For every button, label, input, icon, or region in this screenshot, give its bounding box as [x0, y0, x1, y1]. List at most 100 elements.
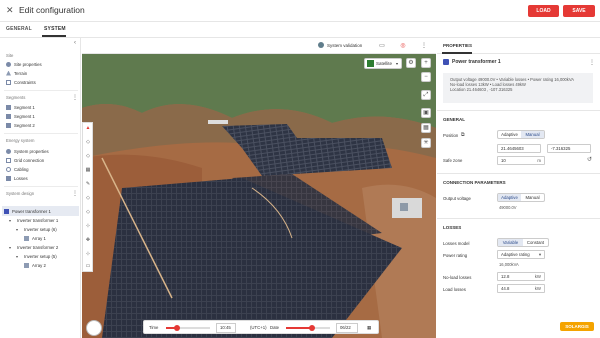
sidebar-item-inverter-transformer-2[interactable]: ▾ Inverter transformer 2 [9, 243, 58, 251]
divider [4, 186, 78, 187]
sidebar-item-inverter-setup-6[interactable]: ▾ Inverter setup (6) [16, 225, 57, 233]
reset-icon[interactable]: ↺ [587, 156, 592, 163]
sidebar-item-segment-1[interactable]: Segment 1 [6, 103, 35, 111]
grid-tool-icon[interactable]: ▦ [85, 167, 91, 173]
pencil-icon[interactable]: ✎ [85, 181, 91, 187]
date-slider-handle[interactable] [309, 325, 316, 331]
compass-icon[interactable] [86, 320, 102, 336]
tab-properties[interactable]: PROPERTIES [443, 43, 472, 48]
measure-icon[interactable]: ◇ [85, 195, 91, 201]
move-tool-icon[interactable]: ✥ [85, 237, 91, 243]
sidebar-item-segment-1b[interactable]: Segment 1 [6, 112, 35, 120]
losses-variable[interactable]: Variable [498, 239, 523, 246]
brand-logo: SOLARGIS [560, 322, 594, 331]
settings-icon[interactable]: ⚙ [406, 58, 416, 68]
divider [4, 90, 78, 91]
voltage-manual[interactable]: Manual [521, 194, 544, 201]
array-icon [24, 262, 29, 268]
link-tool-icon[interactable]: ⊹ [85, 251, 91, 257]
sidebar-item-segment-2[interactable]: Segment 2 [6, 121, 35, 129]
losses-constant[interactable]: Constant [523, 239, 548, 246]
segment-icon [6, 113, 11, 119]
satellite-layer-icon [367, 60, 374, 67]
zoom-in-icon[interactable]: + [421, 58, 431, 68]
sidebar-item-array-2[interactable]: Array 2 [24, 261, 46, 269]
system-validation[interactable]: System validation [318, 42, 362, 48]
longitude-input[interactable]: -7.316325 [547, 144, 591, 153]
more-icon[interactable]: ⋮ [72, 191, 78, 197]
output-voltage-label: Output voltage [443, 196, 471, 201]
power-rating-value: 16,000kVA [499, 262, 519, 267]
tab-system[interactable]: SYSTEM [44, 26, 66, 32]
tab-active-indicator [42, 35, 66, 37]
voltage-adaptive[interactable]: Adaptive [498, 194, 521, 201]
video-icon[interactable]: ▭ [378, 42, 386, 50]
site-icon [6, 61, 11, 67]
tab-general[interactable]: GENERAL [6, 26, 32, 32]
sidebar-item-array-1[interactable]: Array 1 [24, 234, 46, 242]
position-mode-toggle: Adaptive Manual [497, 130, 545, 139]
fullscreen-icon[interactable]: ⤢ [421, 90, 431, 100]
shape-tool-icon[interactable]: ◇ [85, 209, 91, 215]
warning-icon[interactable]: ◎ [399, 42, 407, 50]
date-label: Date [270, 325, 280, 330]
transformer-icon [4, 208, 9, 214]
collapse-sidebar-icon[interactable]: ‹ [74, 40, 76, 46]
copy-icon[interactable]: ⧉ [461, 132, 465, 138]
no-load-losses-input[interactable]: 12.8 kW [497, 272, 545, 281]
select-tool-icon[interactable]: ▲ [85, 125, 91, 131]
page-title: Edit configuration [19, 5, 85, 15]
grid-view-icon[interactable]: ▦ [421, 123, 431, 133]
more-icon[interactable]: ⋮ [589, 59, 595, 66]
sidebar-item-inverter-setup-5[interactable]: ▾ Inverter setup (5) [16, 252, 57, 260]
sidebar-item-constraints[interactable]: Constraints [6, 78, 36, 86]
properties-panel: PROPERTIES Power transformer 1 ⋮ Output … [437, 38, 600, 338]
sidebar-item-inverter-transformer-1[interactable]: ▾ Inverter transformer 1 [9, 216, 58, 224]
position-manual[interactable]: Manual [521, 131, 544, 138]
view-3d-icon[interactable]: ▣ [421, 108, 431, 118]
map-toolbar: System validation ▭ ◎ ⋮ [82, 38, 436, 54]
power-rating-select[interactable]: Adaptive rating ▾ [497, 250, 545, 259]
date-input[interactable]: 06/22 [336, 323, 358, 333]
save-button[interactable]: SAVE [563, 5, 595, 17]
more-icon[interactable]: ⋮ [420, 42, 428, 50]
expand-icon: ▾ [9, 217, 12, 223]
sidebar-item-power-transformer-1[interactable]: Power transformer 1 [4, 207, 51, 215]
latitude-input[interactable]: 21.4645603 [497, 144, 541, 153]
sun-icon[interactable]: ✳ [421, 138, 431, 148]
layer-selector[interactable]: Satellite ▾ [364, 58, 402, 69]
node-tool-icon[interactable]: ⊹ [85, 223, 91, 229]
sidebar-item-losses[interactable]: Losses [6, 174, 28, 182]
sidebar-item-cabling[interactable]: Cabling [6, 165, 29, 173]
keyboard-icon[interactable]: ▭ [85, 263, 91, 269]
more-icon[interactable]: ⋮ [72, 95, 78, 101]
time-input[interactable]: 10:45 [216, 323, 236, 333]
chevron-down-icon: ▾ [395, 61, 398, 66]
satellite-terrain-image [82, 54, 436, 338]
safe-zone-input[interactable]: 10 m [497, 156, 545, 165]
section-title-general: GENERAL [443, 117, 466, 122]
sidebar-item-system-properties[interactable]: System properties [6, 147, 49, 155]
sidebar-item-site-properties[interactable]: Site properties [6, 60, 42, 68]
safe-zone-label: Safe zone [443, 158, 463, 163]
close-icon[interactable]: ✕ [6, 5, 14, 16]
divider [4, 133, 78, 134]
expand-icon: ▾ [9, 244, 12, 250]
sidebar-item-terrain[interactable]: Terrain [6, 69, 27, 77]
losses-model-toggle: Variable Constant [497, 238, 549, 247]
zoom-out-icon[interactable]: − [421, 72, 431, 82]
grid-icon [6, 157, 11, 163]
section-title-energy: Energy system [6, 138, 35, 143]
position-adaptive[interactable]: Adaptive [498, 131, 521, 138]
draw-tool-icon[interactable]: ◇ [85, 139, 91, 145]
map-view[interactable]: System validation ▭ ◎ ⋮ [82, 38, 436, 338]
sidebar-item-grid-connection[interactable]: Grid connection [6, 156, 44, 164]
constraints-icon [6, 79, 11, 85]
calendar-icon[interactable]: ▦ [367, 325, 371, 331]
section-title-design: System design [6, 191, 35, 196]
polygon-tool-icon[interactable]: ◇ [85, 153, 91, 159]
load-losses-label: Load losses [443, 287, 466, 292]
time-slider-handle[interactable] [174, 325, 180, 331]
load-button[interactable]: LOAD [528, 5, 559, 17]
load-losses-input[interactable]: 44.8 kW [497, 284, 545, 293]
